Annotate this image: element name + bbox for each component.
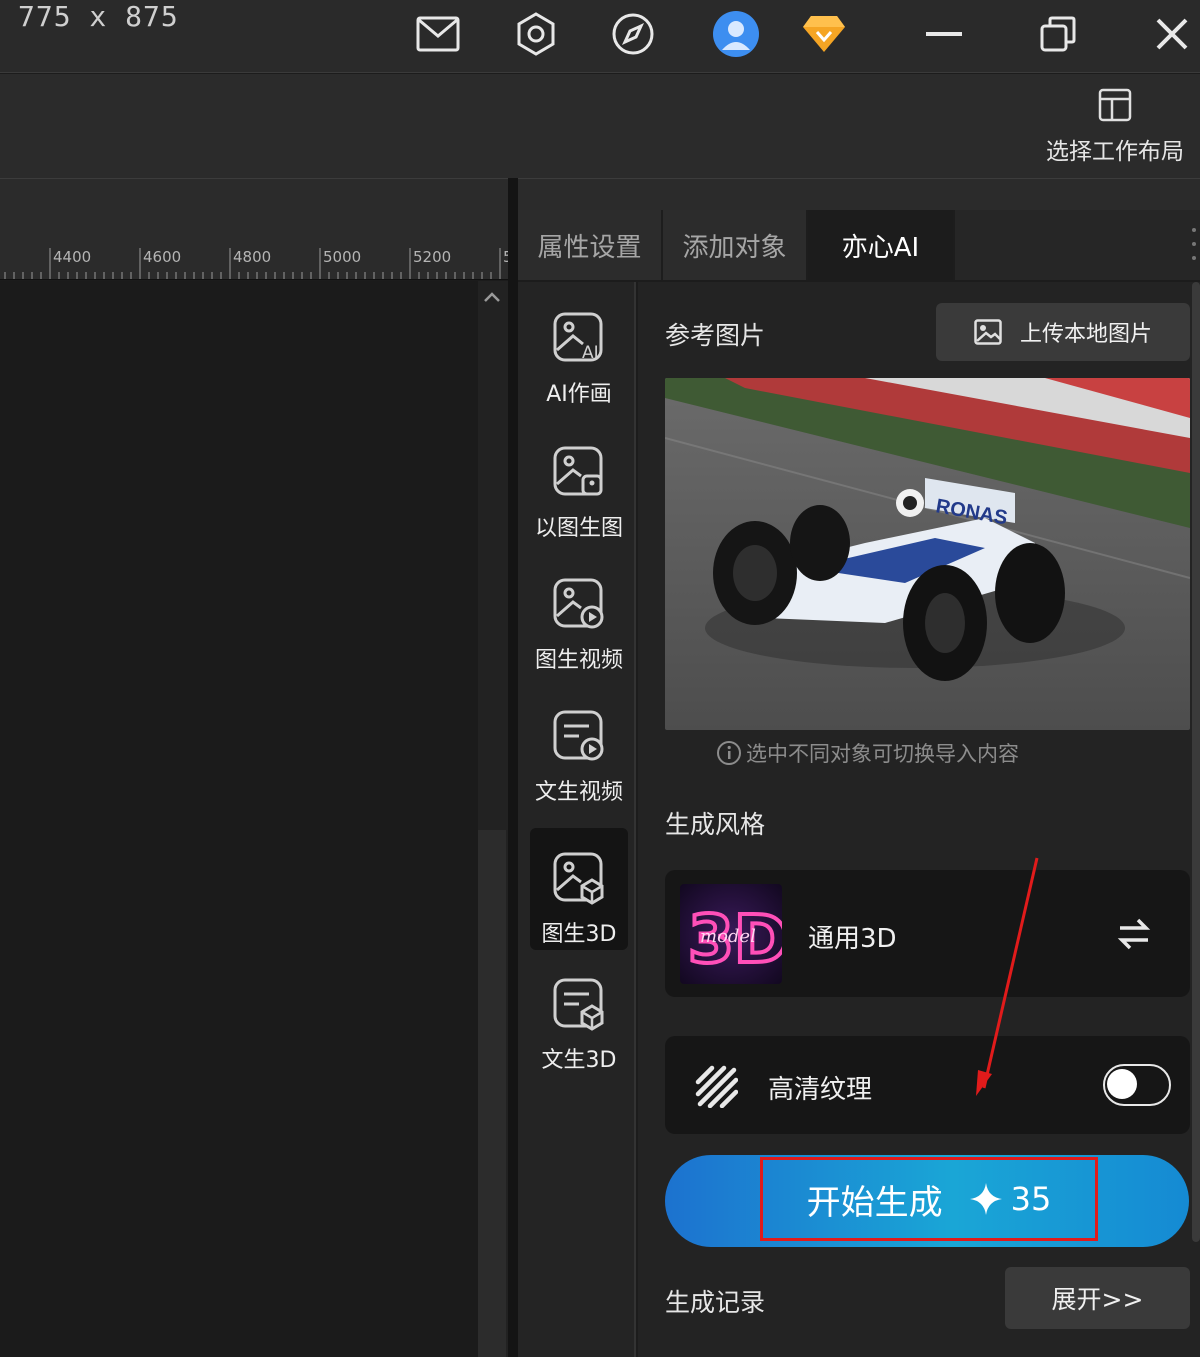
ruler-label: 5200 (413, 248, 452, 266)
settings-icon[interactable] (512, 10, 560, 58)
sidebar-item-text-to-video[interactable]: 文生视频 (530, 686, 628, 808)
panel-header (518, 178, 1200, 210)
close-icon[interactable] (1148, 10, 1196, 58)
title-bar (0, 0, 1200, 73)
sidebar-item-label: 图生3D (541, 922, 617, 947)
tab-add-object[interactable]: 添加对象 (663, 210, 808, 280)
ruler-label: 5000 (323, 248, 362, 266)
sidebar-item-image-to-video[interactable]: 图生视频 (530, 554, 628, 676)
expand-history-button[interactable]: 展开>> (1005, 1267, 1190, 1329)
ai-image-icon: AI (553, 312, 603, 363)
generate-cost: 35 (969, 1180, 1052, 1218)
toggle-knob (1107, 1069, 1137, 1099)
mail-icon[interactable] (414, 10, 462, 58)
sidebar-item-label: 图生视频 (534, 648, 623, 673)
sidebar-item-label: 以图生图 (534, 516, 623, 541)
ruler-label: 4800 (233, 248, 272, 266)
scroll-up-icon[interactable] (478, 284, 506, 310)
text-to-video-icon (553, 710, 604, 761)
swap-icon[interactable] (1116, 914, 1152, 954)
image-icon (974, 319, 1002, 345)
sidebar-item-image-to-image[interactable]: 以图生图 (530, 422, 628, 544)
hint-label: 选中不同对象可切换导入内容 (746, 742, 1019, 766)
tab-yixin-ai[interactable]: 亦心AI (808, 210, 955, 280)
info-icon (717, 741, 741, 765)
minimize-icon[interactable] (920, 10, 968, 58)
horizontal-ruler: 4400 4600 4800 5000 5200 5 (0, 248, 510, 280)
generate-cost-value: 35 (1010, 1180, 1052, 1218)
select-layout-label: 选择工作布局 (1046, 139, 1184, 165)
panel-splitter[interactable] (508, 178, 518, 1357)
texture-icon (694, 1064, 739, 1109)
reference-image[interactable]: RONAS (665, 378, 1190, 730)
sidebar-item-ai-drawing[interactable]: AI AI作画 (530, 288, 628, 410)
more-icon[interactable] (1190, 222, 1200, 270)
panel-scrollbar[interactable] (1192, 282, 1200, 1242)
restore-icon[interactable] (1034, 10, 1082, 58)
text-to-3d-icon (553, 978, 604, 1031)
hint-text: 选中不同对象可切换导入内容 (716, 738, 1019, 768)
sidebar-item-label: AI作画 (546, 382, 612, 407)
start-generate-highlight[interactable]: 开始生成 35 (760, 1157, 1098, 1241)
select-layout-button[interactable]: 选择工作布局 (1040, 88, 1190, 172)
start-generate-label: 开始生成 (806, 1182, 943, 1223)
upload-label: 上传本地图片 (1019, 322, 1152, 347)
style-name: 通用3D (808, 924, 897, 954)
image-to-video-icon (553, 578, 604, 629)
avatar[interactable] (712, 10, 760, 58)
style-title: 生成风格 (665, 810, 766, 839)
sidebar-item-label: 文生3D (541, 1048, 617, 1073)
ruler-label: 4400 (53, 248, 92, 266)
hd-texture-label: 高清纹理 (768, 1075, 873, 1105)
style-thumbnail: 3D model (680, 884, 782, 984)
tab-properties[interactable]: 属性设置 (518, 210, 663, 280)
panel-tabs: 属性设置 添加对象 亦心AI (518, 210, 1200, 280)
sidebar-item-text-to-3d[interactable]: 文生3D (530, 954, 628, 1076)
toolbar (0, 74, 1200, 178)
image-to-3d-icon (553, 852, 604, 905)
ruler-label: 4600 (143, 248, 182, 266)
history-title: 生成记录 (665, 1288, 766, 1317)
reference-image-title: 参考图片 (665, 321, 766, 350)
sparkle-icon (969, 1183, 1002, 1215)
dimensions-readout: 775 x 875 (18, 0, 179, 33)
svg-text:AI: AI (582, 343, 599, 363)
upload-local-image-button[interactable]: 上传本地图片 (936, 303, 1190, 361)
sidebar-item-image-to-3d[interactable]: 图生3D (530, 828, 628, 950)
vip-diamond-icon[interactable] (800, 10, 848, 58)
canvas-scrollbar-thumb[interactable] (478, 830, 506, 1357)
canvas-area[interactable] (0, 281, 478, 1357)
layout-icon (1098, 88, 1132, 122)
sidebar-item-label: 文生视频 (534, 780, 623, 805)
style-thumb-subtext: model (700, 926, 756, 947)
image-to-image-icon (553, 446, 603, 496)
compass-icon[interactable] (609, 10, 657, 58)
canvas-header (0, 178, 510, 248)
